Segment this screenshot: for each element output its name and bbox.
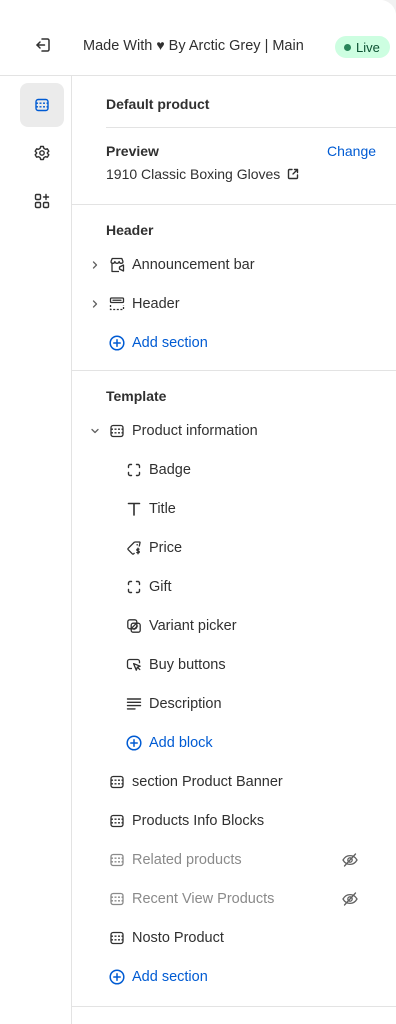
dashed-frame-icon bbox=[125, 461, 143, 479]
block-badge[interactable]: Badge bbox=[125, 455, 191, 485]
heart-icon: ♥ bbox=[156, 37, 165, 53]
external-link-icon bbox=[286, 167, 300, 181]
eye-hidden-icon[interactable] bbox=[340, 850, 360, 870]
sections-icon bbox=[33, 96, 51, 114]
section-product-information[interactable]: Product information bbox=[108, 416, 258, 446]
chevron-right-icon[interactable] bbox=[89, 298, 101, 310]
header-layout-icon bbox=[108, 295, 126, 313]
block-label: Title bbox=[149, 501, 176, 517]
section-icon bbox=[108, 890, 126, 908]
theme-editor: Made With ♥ By Arctic Grey | Main Live D… bbox=[0, 0, 396, 1024]
preview-label: Preview bbox=[106, 143, 159, 159]
section-announcement-bar[interactable]: Announcement bar bbox=[108, 250, 255, 280]
section-header[interactable]: Header bbox=[108, 289, 180, 319]
plus-circle-icon bbox=[125, 734, 143, 752]
section-icon bbox=[108, 929, 126, 947]
block-variant-picker[interactable]: Variant picker bbox=[125, 611, 237, 641]
section-label: Recent View Products bbox=[132, 891, 275, 907]
theme-name-suffix: By Arctic Grey | Main bbox=[164, 38, 304, 54]
sections-panel: Default product Preview Change 1910 Clas… bbox=[72, 76, 396, 1024]
block-label: Buy buttons bbox=[149, 657, 226, 673]
block-label: Gift bbox=[149, 579, 172, 595]
divider bbox=[72, 370, 396, 371]
section-icon bbox=[108, 773, 126, 791]
apps-icon bbox=[33, 192, 51, 210]
divider bbox=[72, 204, 396, 205]
section-label: Related products bbox=[132, 852, 242, 868]
section-label: Announcement bar bbox=[132, 257, 255, 273]
block-title[interactable]: Title bbox=[125, 494, 176, 524]
section-icon bbox=[108, 422, 126, 440]
section-products-info-blocks[interactable]: Products Info Blocks bbox=[108, 806, 264, 836]
block-description[interactable]: Description bbox=[125, 689, 222, 719]
chevron-down-icon[interactable] bbox=[89, 425, 101, 437]
block-label: Badge bbox=[149, 462, 191, 478]
chevron-right-icon[interactable] bbox=[89, 259, 101, 271]
block-label: Description bbox=[149, 696, 222, 712]
text-icon bbox=[125, 500, 143, 518]
exit-button[interactable] bbox=[28, 30, 58, 60]
gear-icon bbox=[33, 144, 51, 162]
eye-hidden-icon[interactable] bbox=[340, 889, 360, 909]
text-lines-icon bbox=[125, 695, 143, 713]
template-group-title: Template bbox=[106, 388, 167, 404]
section-label: Products Info Blocks bbox=[132, 813, 265, 829]
section-label: Product information bbox=[132, 423, 258, 439]
cursor-button-icon bbox=[125, 656, 143, 674]
preview-product-name: 1910 Classic Boxing Gloves bbox=[106, 166, 281, 182]
divider bbox=[106, 127, 396, 128]
section-label: section Product Banner bbox=[132, 774, 283, 790]
section-icon bbox=[108, 812, 126, 830]
section-nosto-product[interactable]: Nosto Product bbox=[108, 923, 224, 953]
section-recent-view-products[interactable]: Recent View Products bbox=[108, 884, 274, 914]
section-label: Header bbox=[132, 296, 180, 312]
theme-settings-button[interactable] bbox=[20, 131, 64, 175]
header-group-title: Header bbox=[106, 222, 154, 238]
block-buy-buttons[interactable]: Buy buttons bbox=[125, 650, 226, 680]
announcement-icon bbox=[108, 256, 126, 274]
exit-icon bbox=[33, 35, 53, 55]
apps-button[interactable] bbox=[20, 179, 64, 223]
add-template-section-button[interactable]: Add section bbox=[108, 962, 208, 992]
block-label: Price bbox=[149, 540, 183, 556]
page-title: Default product bbox=[106, 96, 210, 112]
divider bbox=[72, 1006, 396, 1007]
live-status-badge: Live bbox=[335, 36, 390, 58]
live-label: Live bbox=[356, 39, 380, 55]
sections-tab-button[interactable] bbox=[20, 83, 64, 127]
add-section-label: Add section bbox=[132, 335, 208, 351]
variant-icon bbox=[125, 617, 143, 635]
add-header-section-button[interactable]: Add section bbox=[108, 328, 208, 358]
top-bar: Made With ♥ By Arctic Grey | Main Live bbox=[0, 0, 396, 76]
theme-name: Made With ♥ By Arctic Grey | Main bbox=[83, 37, 304, 54]
preview-product-link[interactable]: 1910 Classic Boxing Gloves bbox=[106, 166, 300, 182]
add-block-button[interactable]: Add block bbox=[125, 728, 213, 758]
section-related-products[interactable]: Related products bbox=[108, 845, 242, 875]
block-label: Variant picker bbox=[149, 618, 237, 634]
live-dot-icon bbox=[344, 43, 351, 51]
section-label: Nosto Product bbox=[132, 930, 224, 946]
left-rail bbox=[0, 76, 72, 1024]
add-block-label: Add block bbox=[149, 735, 213, 751]
add-section-label: Add section bbox=[132, 969, 208, 985]
plus-circle-icon bbox=[108, 334, 126, 352]
change-preview-link[interactable]: Change bbox=[327, 143, 376, 159]
section-icon bbox=[108, 851, 126, 869]
plus-circle-icon bbox=[108, 968, 126, 986]
block-gift[interactable]: Gift bbox=[125, 572, 172, 602]
dashed-frame-icon bbox=[125, 578, 143, 596]
block-price[interactable]: Price bbox=[125, 533, 182, 563]
section-product-banner[interactable]: section Product Banner bbox=[108, 767, 283, 797]
price-tag-icon bbox=[125, 539, 143, 557]
theme-name-prefix: Made With bbox=[83, 38, 157, 54]
